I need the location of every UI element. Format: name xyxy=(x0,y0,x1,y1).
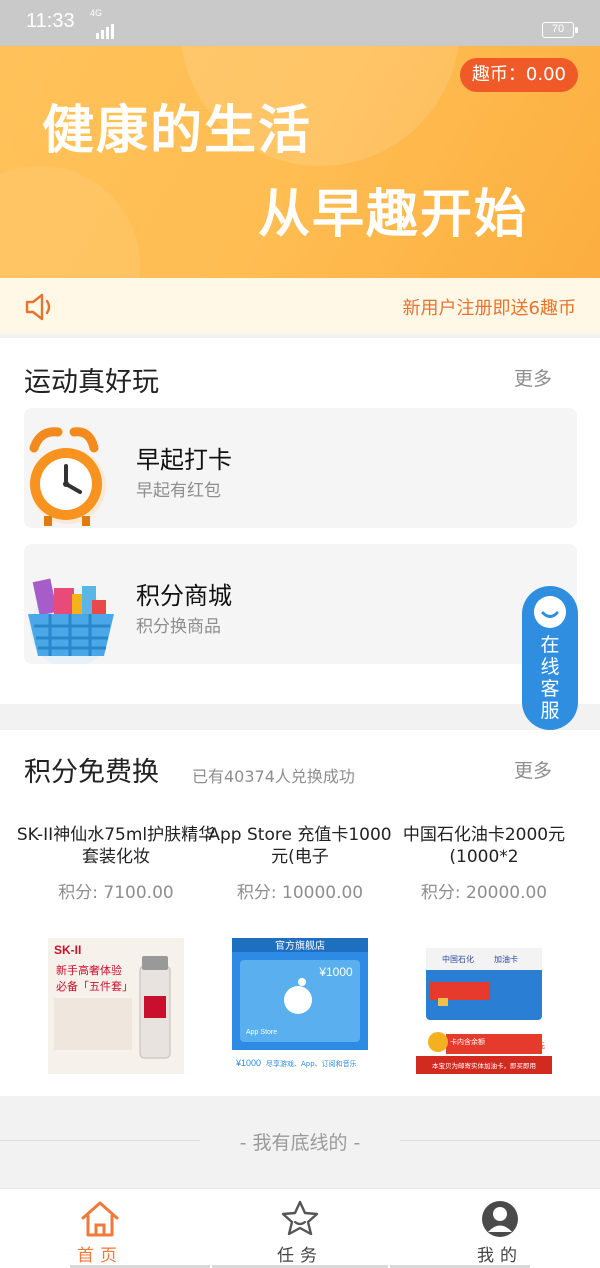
product-image-sinopec[interactable]: 中国石化 加油卡 卡内含余额 2000 元 本宝贝为邮寄实体加油卡，即买即用 xyxy=(416,938,552,1074)
apple-footer-text: 尽享游戏、App、订阅和音乐 xyxy=(266,1059,357,1068)
section-title: 积分免费换 xyxy=(24,757,159,788)
bottom-tab-bar: 首页 任务 我的 xyxy=(0,1188,600,1268)
product-price: 积分: 20000.00 xyxy=(420,883,548,903)
smile-chat-icon xyxy=(534,596,566,628)
status-bar: 11:33 4G 70 xyxy=(0,0,600,46)
apple-footer-amount: ¥1000 xyxy=(235,1058,261,1068)
coin-label: 趣币： xyxy=(471,64,526,85)
service-char: 客 xyxy=(540,678,560,700)
product-item[interactable]: App Store 充值卡1000元(电子 积分: 10000.00 xyxy=(200,824,400,903)
more-link[interactable]: 更多 xyxy=(514,756,552,783)
tab-label: 任务 xyxy=(277,1246,323,1266)
section-title: 运动真好玩 xyxy=(24,367,159,398)
exchange-count-hint: 已有40374人兑换成功 xyxy=(192,767,355,786)
list-end: - 我有底线的 - xyxy=(0,1098,600,1188)
battery-icon: 70 xyxy=(542,22,578,38)
shopping-basket-icon xyxy=(28,578,114,664)
banner-headline: 健康的生活 xyxy=(42,101,313,161)
apple-banner-text: 官方旗舰店 xyxy=(275,939,325,952)
card-title: 早起打卡 xyxy=(136,446,232,474)
notice-bar[interactable]: 新用户注册即送6趣币 xyxy=(0,278,600,334)
product-price: 积分: 10000.00 xyxy=(236,883,364,903)
tab-label: 首页 xyxy=(77,1246,123,1266)
tab-label: 我的 xyxy=(477,1246,523,1266)
sinopec-unit: 元 xyxy=(538,1042,545,1050)
online-service-button[interactable]: 在 线 客 服 xyxy=(522,586,578,730)
service-char: 在 xyxy=(540,634,560,656)
service-char: 服 xyxy=(540,700,560,722)
product-item[interactable]: SK-II神仙水75ml护肤精华套装化妆 积分: 7100.00 xyxy=(16,824,216,903)
more-link[interactable]: 更多 xyxy=(514,364,552,391)
tab-tasks[interactable]: 任务 xyxy=(200,1189,400,1268)
signal-icon xyxy=(96,20,116,39)
skii-brand: SK-II xyxy=(54,943,81,957)
home-icon xyxy=(81,1201,119,1237)
sinopec-card: 加油卡 xyxy=(494,954,518,964)
product-image-skii[interactable]: SK-II 新手高奢体验 必备「五件套」 xyxy=(48,938,184,1074)
sinopec-brand: 中国石化 xyxy=(442,954,474,964)
product-name: App Store 充值卡1000元(电子 xyxy=(208,825,392,867)
user-avatar-icon xyxy=(482,1201,518,1237)
tab-profile[interactable]: 我的 xyxy=(400,1189,600,1268)
product-image-appstore[interactable]: 官方旗舰店 ¥1000 App Store ¥1000 尽享游戏、App、订阅和… xyxy=(232,938,368,1074)
card-subtitle: 积分换商品 xyxy=(136,617,221,637)
card-subtitle: 早起有红包 xyxy=(136,481,221,501)
card-morning-checkin[interactable]: 早起打卡 早起有红包 xyxy=(24,408,577,528)
skii-line2: 必备「五件套」 xyxy=(56,979,133,993)
apple-amount: ¥1000 xyxy=(318,965,353,979)
banner-subheadline: 从早趣开始 xyxy=(258,185,529,245)
status-time: 11:33 xyxy=(26,10,75,32)
skii-line1: 新手高奢体验 xyxy=(56,963,122,977)
service-char: 线 xyxy=(540,656,560,678)
card-points-mall[interactable]: 积分商城 积分换商品 xyxy=(24,544,577,664)
product-price: 积分: 7100.00 xyxy=(58,883,174,903)
notice-text: 新用户注册即送6趣币 xyxy=(402,298,576,319)
sports-section: 运动真好玩 更多 早起打卡 早起有红包 积分商城 积分换商品 xyxy=(0,338,600,704)
end-of-list-text: - 我有底线的 - xyxy=(239,1132,361,1154)
points-exchange-section: 积分免费换 已有40374人兑换成功 更多 SK-II神仙水75ml护肤精华套装… xyxy=(0,730,600,1096)
online-service-label: 在 线 客 服 xyxy=(522,634,578,722)
tab-home[interactable]: 首页 xyxy=(0,1189,200,1268)
product-name: 中国石化油卡2000元(1000*2 xyxy=(402,825,566,867)
coin-value: 0.00 xyxy=(525,64,566,85)
network-type: 4G xyxy=(90,8,103,18)
sinopec-tag: 卡内含余额 xyxy=(450,1037,485,1046)
product-name: SK-II神仙水75ml护肤精华套装化妆 xyxy=(16,825,216,867)
coin-balance-badge[interactable]: 趣币：0.00 xyxy=(459,58,578,92)
card-title: 积分商城 xyxy=(136,582,232,610)
speaker-icon xyxy=(25,293,51,321)
star-icon xyxy=(281,1200,319,1236)
apple-store-text: App Store xyxy=(246,1029,277,1036)
banner-glow xyxy=(0,166,140,278)
sinopec-amount: 2000 xyxy=(500,1035,536,1052)
product-item[interactable]: 中国石化油卡2000元(1000*2 积分: 20000.00 xyxy=(384,824,584,903)
sinopec-footer: 本宝贝为邮寄实体加油卡，即买即用 xyxy=(432,1061,536,1070)
alarm-clock-icon xyxy=(29,427,106,526)
hero-banner[interactable]: 健康的生活 从早趣开始 趣币：0.00 xyxy=(0,46,600,278)
